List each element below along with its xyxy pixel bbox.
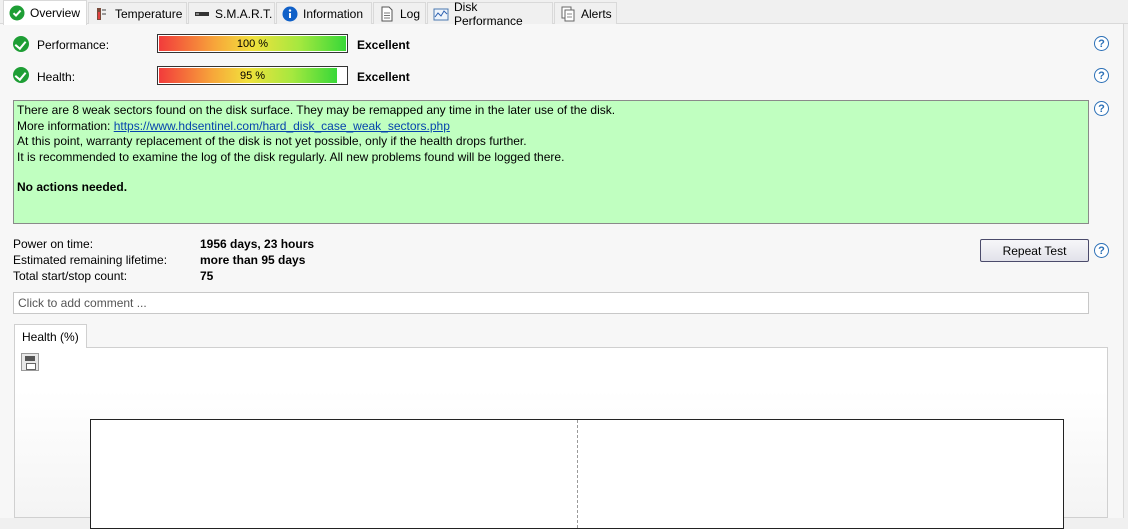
message-help-icon[interactable]: ? bbox=[1094, 101, 1109, 116]
start-stop-label: Total start/stop count: bbox=[13, 269, 128, 283]
info-icon bbox=[282, 6, 298, 22]
pages-icon bbox=[560, 6, 576, 22]
health-message-box: There are 8 weak sectors found on the di… bbox=[13, 100, 1089, 224]
performance-help-icon[interactable]: ? bbox=[1094, 36, 1109, 51]
message-line-weak-sectors: There are 8 weak sectors found on the di… bbox=[17, 103, 616, 117]
health-percent: 95 % bbox=[239, 69, 266, 82]
performance-label: Performance: bbox=[37, 38, 110, 52]
chart-icon bbox=[433, 6, 449, 22]
health-label: Health: bbox=[37, 70, 76, 84]
tab-label: Temperature bbox=[115, 6, 183, 21]
repeat-test-help-icon[interactable]: ? bbox=[1094, 243, 1109, 258]
tab-log[interactable]: Log bbox=[373, 2, 426, 24]
repeat-test-button[interactable]: Repeat Test bbox=[980, 239, 1089, 262]
message-line-log: It is recommended to examine the log of … bbox=[17, 149, 565, 164]
power-on-value: 1956 days, 23 hours bbox=[200, 237, 315, 251]
tab-health-chart[interactable]: Health (%) bbox=[14, 324, 87, 348]
tab-label: Overview bbox=[30, 6, 81, 20]
weak-sectors-link[interactable]: https://www.hdsentinel.com/hard_disk_cas… bbox=[114, 119, 450, 133]
comment-input[interactable] bbox=[13, 292, 1089, 314]
message-line-more-info: More information: https://www.hdsentinel… bbox=[17, 119, 1085, 135]
health-bar: 95 % bbox=[157, 66, 348, 85]
tab-label: Disk Performance bbox=[454, 0, 523, 28]
performance-ok-icon bbox=[13, 36, 29, 52]
tab-information[interactable]: Information bbox=[276, 2, 372, 24]
tab-label: Log bbox=[400, 6, 421, 21]
tab-smart[interactable]: S.M.A.R.T. bbox=[188, 2, 275, 24]
health-ok-icon bbox=[13, 67, 29, 83]
tab-temperature[interactable]: Temperature bbox=[88, 2, 187, 24]
tab-alerts[interactable]: Alerts bbox=[554, 2, 617, 24]
lifetime-label: Estimated remaining lifetime: bbox=[13, 253, 168, 267]
power-on-label: Power on time: bbox=[13, 237, 94, 251]
health-chart-pane bbox=[14, 347, 1108, 529]
drive-icon bbox=[194, 6, 210, 22]
message-action: No actions needed. bbox=[17, 180, 128, 194]
thermometer-icon bbox=[94, 6, 110, 22]
health-help-icon[interactable]: ? bbox=[1094, 68, 1109, 83]
message-line-warranty: At this point, warranty replacement of t… bbox=[17, 134, 527, 148]
save-icon[interactable] bbox=[21, 353, 39, 371]
start-stop-value: 75 bbox=[200, 269, 214, 283]
tab-disk-performance[interactable]: Disk Performance bbox=[427, 0, 553, 28]
performance-bar: 100 % bbox=[157, 34, 348, 53]
tab-overview[interactable]: Overview bbox=[3, 0, 87, 25]
tab-label: Alerts bbox=[581, 6, 612, 21]
lifetime-value: more than 95 days bbox=[200, 253, 306, 267]
check-circle-icon bbox=[9, 5, 25, 21]
health-chart-plot-area bbox=[90, 419, 1064, 529]
performance-status: Excellent bbox=[357, 38, 410, 52]
document-icon bbox=[379, 6, 395, 22]
chart-center-gridline bbox=[577, 420, 578, 528]
tab-label: S.M.A.R.T. bbox=[215, 6, 273, 21]
tab-label: Information bbox=[303, 6, 364, 21]
tab-bar: Overview Temperature S.M.A.R.T. Informat… bbox=[0, 0, 1128, 28]
more-info-label: More information: bbox=[17, 118, 114, 133]
health-status: Excellent bbox=[357, 70, 410, 84]
performance-percent: 100 % bbox=[236, 37, 269, 50]
